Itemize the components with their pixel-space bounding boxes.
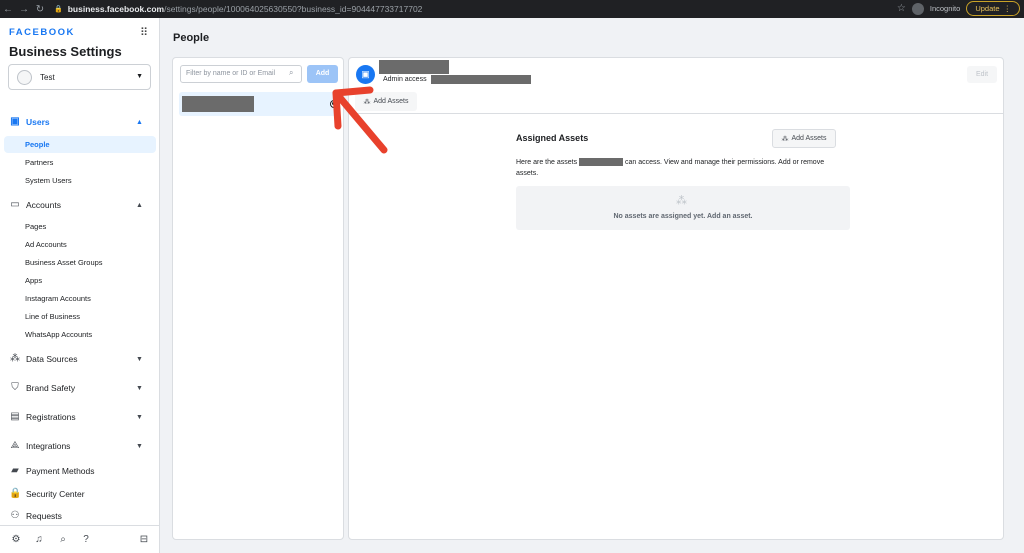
person-row-selected[interactable] [179,92,339,116]
sidebar-item-whatsapp-accounts[interactable]: WhatsApp Accounts [4,326,156,343]
sidebar-item-requests[interactable]: ⚇ Requests [0,509,160,523]
redacted-email [431,75,531,84]
sidebar-section-label: Brand Safety [26,383,76,393]
sidebar-section-label: Accounts [26,200,61,210]
business-selector[interactable]: Test ▼ [8,64,151,90]
sidebar-section-label: Data Sources [26,354,78,364]
requests-icon: ⚇ [10,510,20,521]
search-icon: ⌕ [289,68,294,77]
assigned-add-assets-button[interactable]: ⁂ Add Assets [772,129,836,148]
data-sources-icon: ⁂ [10,353,20,364]
chevron-down-icon: ▼ [136,413,143,421]
reload-icon[interactable]: ↻ [32,4,48,15]
desc-before: Here are the assets [516,159,578,166]
sidebar-section-accounts[interactable]: ▭ Accounts ▲ [0,198,160,212]
sidebar-section-integrations[interactable]: ⟁ Integrations ▼ [0,439,160,453]
sidebar-section-label: Users [26,117,50,127]
business-name: Test [40,72,55,82]
lock-icon: 🔒 [54,6,63,13]
person-detail-panel: ▣ Admin access Edit ⁂ Add Assets Assigne… [348,57,1004,540]
credit-card-icon: ▰ [11,465,19,476]
sidebar-item-ad-accounts[interactable]: Ad Accounts [4,236,156,253]
sidebar-section-registrations[interactable]: ▤ Registrations ▼ [0,410,160,424]
briefcase-icon: ▭ [10,199,20,210]
business-avatar [17,69,32,85]
chevron-up-icon: ▲ [136,118,143,126]
gear-icon[interactable]: ⚙ [10,534,22,545]
incognito-label: Incognito [929,4,961,13]
assets-icon: ⁂ [781,135,789,143]
sidebar-item-apps[interactable]: Apps [4,272,156,289]
bookmark-star-icon[interactable]: ☆ [897,3,906,14]
sidebar-section-data-sources[interactable]: ⁂ Data Sources ▼ [0,352,160,366]
sidebar-item-security-center[interactable]: 🔒 Security Center [0,487,160,501]
page-title: People [173,32,210,44]
sidebar-section-label: Payment Methods [26,466,95,476]
person-header: ▣ Admin access Edit ⁂ Add Assets [349,58,1003,114]
chevron-down-icon: ▼ [136,384,143,392]
collapse-sidebar-icon[interactable]: ⊟ [138,534,150,545]
people-list-panel: Filter by name or ID or Email ⌕ Add [172,57,344,540]
users-icon: ▣ [10,116,20,127]
filter-input[interactable]: Filter by name or ID or Email [180,65,302,83]
redacted-person-name [379,60,449,74]
chevron-up-icon: ▲ [136,201,143,209]
facebook-logo: FACEBOOK [9,27,75,38]
sidebar-section-label: Registrations [26,412,76,422]
sidebar-item-line-of-business[interactable]: Line of Business [4,308,156,325]
assets-icon: ⁂ [363,98,371,106]
sidebar-title: Business Settings [9,44,122,59]
shield-icon: ⛉ [11,382,19,393]
add-assets-label: Add Assets [791,135,827,142]
back-icon[interactable]: ← [0,4,16,15]
redacted-name [182,96,254,112]
bell-icon[interactable]: ♫ [33,534,45,545]
admin-access-label: Admin access [383,76,427,83]
add-assets-button[interactable]: ⁂ Add Assets [355,92,417,111]
caret-down-icon: ▼ [136,73,143,80]
update-button[interactable]: Update ⋮ [966,1,1020,16]
sidebar-item-payment-methods[interactable]: ▰ Payment Methods [0,464,160,478]
assigned-assets-description: Here are the assets can access. View and… [516,157,836,179]
help-icon[interactable]: ? [80,534,92,545]
sidebar-section-label: Requests [26,511,62,521]
redacted-inline-name [579,158,624,167]
selected-radio[interactable] [330,100,338,108]
sidebar-item-partners[interactable]: Partners [4,154,156,171]
sidebar-section-label: Integrations [26,441,71,451]
edit-button[interactable]: Edit [967,66,997,83]
address-bar[interactable]: 🔒 business.facebook.com/settings/people/… [54,4,422,14]
add-assets-label: Add Assets [373,98,409,105]
sidebar-item-system-users[interactable]: System Users [4,172,156,189]
assigned-assets-title: Assigned Assets [516,133,589,143]
browser-toolbar: ← → ↻ 🔒 business.facebook.com/settings/p… [0,0,1024,18]
apps-grid-icon[interactable]: ⠿ [140,26,148,39]
add-person-button[interactable]: Add [307,65,338,83]
search-icon[interactable]: ⌕ [57,534,69,545]
sidebar: FACEBOOK ⠿ Business Settings Test ▼ ▣ Us… [0,18,160,553]
kebab-menu-icon: ⋮ [1003,4,1012,13]
sidebar-item-pages[interactable]: Pages [4,218,156,235]
url-path: /settings/people/100064025630550?busines… [164,4,423,14]
sidebar-section-brand-safety[interactable]: ⛉ Brand Safety ▼ [0,381,160,395]
sidebar-section-users[interactable]: ▣ Users ▲ [0,115,160,129]
sidebar-footer: ⚙ ♫ ⌕ ? ⊟ [0,525,160,553]
assets-icon: ⁂ [676,195,687,207]
forward-icon[interactable]: → [16,4,32,15]
user-avatar-icon: ▣ [356,65,375,84]
chevron-down-icon: ▼ [136,442,143,450]
empty-assets-box: ⁂ No assets are assigned yet. Add an ass… [516,186,850,230]
registrations-icon: ▤ [10,411,20,422]
incognito-icon [911,2,924,15]
empty-assets-text: No assets are assigned yet. Add an asset… [613,213,753,220]
url-host: business.facebook.com [67,4,165,14]
integrations-icon: ⟁ [10,440,20,451]
lock-icon: 🔒 [9,488,22,499]
sidebar-item-business-asset-groups[interactable]: Business Asset Groups [4,254,156,271]
sidebar-item-people[interactable]: People [4,136,156,153]
chevron-down-icon: ▼ [136,355,143,363]
update-label: Update [975,4,1000,13]
sidebar-item-instagram-accounts[interactable]: Instagram Accounts [4,290,156,307]
sidebar-section-label: Security Center [26,489,85,499]
